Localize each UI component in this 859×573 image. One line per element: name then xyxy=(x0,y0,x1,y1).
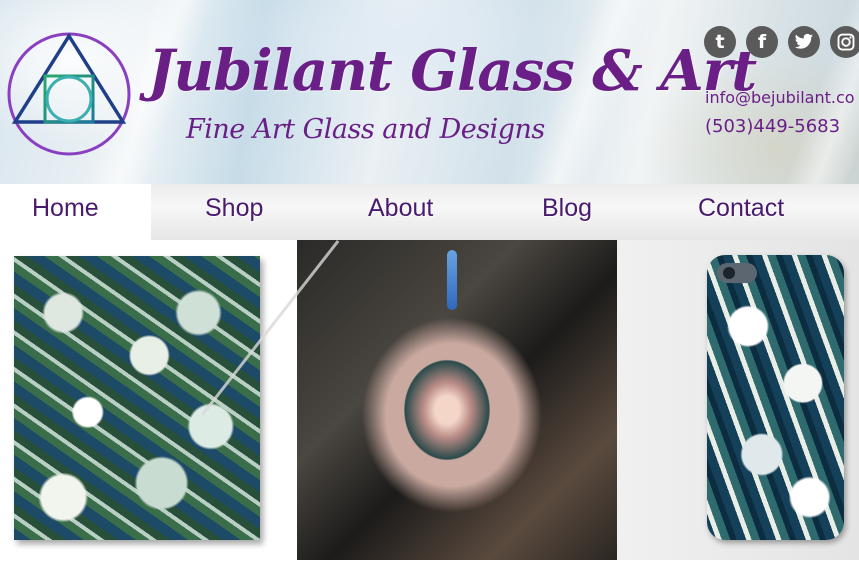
torch-flame xyxy=(447,250,457,310)
site-header: Jubilant Glass & Art Fine Art Glass and … xyxy=(0,0,859,184)
social-links: t f xyxy=(704,26,859,58)
main-nav: Home Shop About Blog Contact xyxy=(0,184,859,240)
glass-pendant-image[interactable] xyxy=(201,240,617,560)
twitter-icon[interactable] xyxy=(788,26,820,58)
sacred-geometry-logo-icon[interactable] xyxy=(5,30,133,158)
phone-case-image[interactable] xyxy=(707,255,844,540)
contact-phone-link[interactable]: (503)449-5683 xyxy=(705,116,840,137)
glass-swirl-art-image[interactable] xyxy=(14,256,260,540)
facebook-icon[interactable]: f xyxy=(746,26,778,58)
twitter-bird-glyph xyxy=(794,33,814,49)
featured-gallery xyxy=(0,240,859,573)
nav-item-shop[interactable]: Shop xyxy=(205,194,263,223)
brand-title[interactable]: Jubilant Glass & Art xyxy=(148,38,757,104)
phone-camera-cutout xyxy=(717,263,757,283)
instagram-icon[interactable] xyxy=(830,26,859,58)
nav-item-contact[interactable]: Contact xyxy=(698,194,784,223)
instagram-camera-glyph xyxy=(837,33,855,51)
nav-item-blog[interactable]: Blog xyxy=(542,194,592,223)
brand-tagline: Fine Art Glass and Designs xyxy=(186,114,545,145)
contact-email-link[interactable]: info@bejubilant.co xyxy=(705,88,855,107)
tumblr-icon[interactable]: t xyxy=(704,26,736,58)
nav-item-about[interactable]: About xyxy=(368,194,433,223)
nav-item-home[interactable]: Home xyxy=(32,194,99,223)
